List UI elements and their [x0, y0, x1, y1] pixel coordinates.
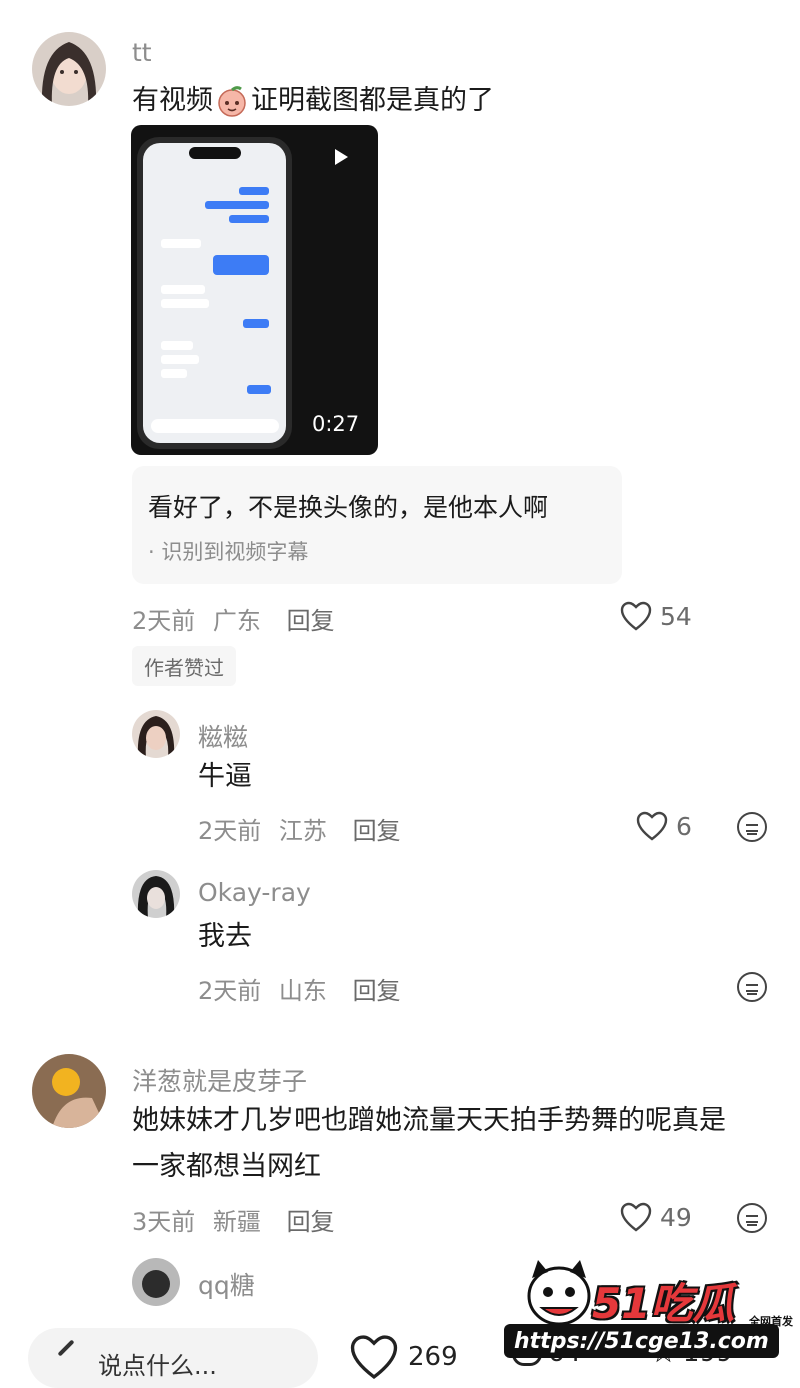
like-button[interactable]: 49 — [620, 1202, 692, 1232]
chat-bubble — [161, 341, 193, 350]
chat-bubble — [239, 187, 269, 195]
comment-username[interactable]: 洋葱就是皮芽子 — [132, 1062, 307, 1098]
comment-text-part: 有视频 — [132, 85, 213, 116]
comment-location: 广东 — [212, 607, 261, 635]
comment-text: 她妹妹才几岁吧也蹭她流量天天拍手势舞的呢真是 — [132, 1105, 726, 1136]
comment-location: 山东 — [278, 977, 327, 1005]
comment-username[interactable]: 糍糍 — [198, 718, 248, 754]
subtitle-box: 看好了，不是换头像的，是他本人啊 · 识别到视频字幕 — [132, 466, 622, 584]
phone-screen — [143, 143, 286, 443]
chat-bubble — [161, 299, 209, 308]
chat-bubble — [243, 319, 269, 328]
chat-bubble — [247, 385, 271, 394]
phone-mockup — [137, 137, 292, 449]
comment-meta: 2天前 广东 回复 — [132, 601, 335, 636]
comment-text: 我去 — [198, 921, 252, 952]
subtitle-text: 看好了，不是换头像的，是他本人啊 — [148, 493, 549, 522]
video-thumbnail[interactable]: 0:27 — [131, 125, 378, 455]
comment-time: 2天前 — [198, 977, 262, 1005]
chat-bubble — [229, 215, 269, 223]
like-button[interactable]: 54 — [620, 601, 692, 631]
emoji-reaction-icon[interactable] — [737, 812, 767, 842]
avatar[interactable] — [32, 32, 106, 106]
comment-time: 2天前 — [198, 817, 262, 845]
video-duration: 0:27 — [312, 412, 360, 436]
watermark-brand: 51吃瓜 — [592, 1279, 735, 1328]
comment-meta: 2天前 江苏 回复 — [198, 811, 401, 846]
comment-meta: 3天前 新疆 回复 — [132, 1202, 335, 1237]
like-count: 6 — [676, 811, 692, 841]
watermark-url-text: https://51cge13.com — [514, 1328, 769, 1354]
chat-bubble — [161, 285, 205, 294]
author-liked-label: 作者赞过 — [144, 655, 224, 680]
avatar[interactable] — [132, 1258, 180, 1306]
reply-button[interactable]: 回复 — [353, 817, 401, 845]
bottom-like-button[interactable]: 269 — [348, 1334, 458, 1380]
bottom-like-count: 269 — [408, 1342, 458, 1372]
comment-input[interactable]: 说点什么... — [28, 1328, 318, 1388]
heart-icon — [620, 1202, 652, 1232]
like-button[interactable]: 6 — [636, 811, 692, 841]
like-count: 54 — [660, 601, 692, 631]
avatar[interactable] — [132, 870, 180, 918]
comment-location: 新疆 — [212, 1208, 261, 1236]
subtitle-note: · 识别到视频字幕 — [148, 540, 309, 564]
heart-icon — [620, 601, 652, 631]
phone-notch — [189, 147, 241, 159]
reply-button[interactable]: 回复 — [287, 607, 335, 635]
chat-bubble — [213, 255, 269, 275]
comment-username[interactable]: Okay-ray — [198, 878, 311, 907]
comment-username[interactable]: qq糖 — [198, 1266, 255, 1302]
pencil-icon — [57, 1339, 75, 1357]
input-placeholder: 说点什么... — [98, 1352, 217, 1380]
comment-text-part: 证明截图都是真的了 — [251, 85, 494, 116]
play-icon[interactable] — [335, 149, 348, 165]
watermark-mascot-icon — [524, 1256, 594, 1326]
author-liked-badge: 作者赞过 — [132, 646, 236, 686]
chat-bubble — [161, 355, 199, 364]
comment-text: 一家都想当网红 — [132, 1151, 321, 1182]
comment-location: 江苏 — [278, 817, 327, 845]
like-count: 49 — [660, 1202, 692, 1232]
chat-bubble — [205, 201, 269, 209]
emoji-reaction-icon[interactable] — [737, 972, 767, 1002]
comment-username[interactable]: tt — [132, 38, 152, 67]
phone-input-bar — [151, 419, 279, 433]
avatar[interactable] — [132, 710, 180, 758]
heart-icon — [636, 811, 668, 841]
heart-icon — [350, 1335, 398, 1380]
emoji-reaction-icon[interactable] — [737, 1203, 767, 1233]
watermark-url: https://51cge13.com — [504, 1324, 779, 1358]
chat-bubble — [161, 239, 201, 248]
avatar[interactable] — [32, 1054, 106, 1128]
reply-button[interactable]: 回复 — [353, 977, 401, 1005]
comment-time: 3天前 — [132, 1208, 196, 1236]
comment-meta: 2天前 山东 回复 — [198, 971, 401, 1006]
comment-time: 2天前 — [132, 607, 196, 635]
comment-text: 牛逼 — [198, 761, 252, 792]
watermark: 51吃瓜 全网首发 https://51cge13.com — [500, 1250, 800, 1367]
chat-bubble — [161, 369, 187, 378]
peach-emoji-icon — [215, 84, 249, 118]
comment-text: 有视频 证明截图都是真的了 — [132, 78, 494, 124]
reply-button[interactable]: 回复 — [287, 1208, 335, 1236]
